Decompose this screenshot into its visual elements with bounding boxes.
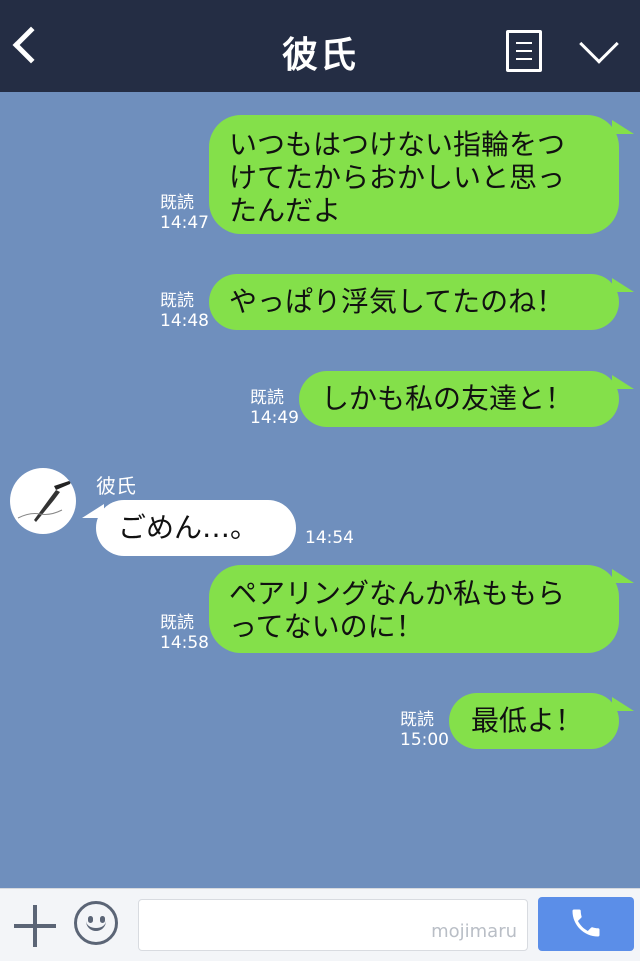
message-bubble-outgoing[interactable]: いつもはつけない指輪をつ けてたからおかしいと思っ たんだよ — [209, 115, 619, 234]
bubble-tail — [612, 569, 634, 583]
message-input[interactable]: mojimaru — [138, 899, 528, 951]
message-time: 14:58 — [160, 633, 209, 653]
message-line: しかも私の友達と！ — [321, 382, 574, 415]
message-time: 15:00 — [400, 730, 449, 750]
message-line: いつもはつけない指輪をつ — [229, 128, 566, 161]
plus-icon[interactable] — [14, 905, 56, 947]
message-line: やっぱり浮気してたのね！ — [229, 285, 565, 318]
message-line: ペアリングなんか私ももら — [229, 577, 566, 610]
read-receipt: 既読 — [250, 388, 284, 408]
message-meta: 既読 14:47 — [160, 193, 209, 233]
message-line: 最低よ！ — [471, 704, 584, 737]
read-receipt: 既読 — [400, 710, 434, 730]
chat-header: 彼氏 — [0, 0, 640, 92]
message-line: たんだよ — [229, 194, 342, 227]
message-bubble-outgoing[interactable]: 最低よ！ — [449, 693, 619, 749]
message-meta: 既読 14:49 — [250, 388, 299, 428]
call-button[interactable] — [538, 897, 634, 951]
watermark: mojimaru — [431, 921, 517, 942]
read-receipt: 既読 — [160, 291, 194, 311]
message-bubble-incoming[interactable]: ごめん…。 — [96, 500, 296, 556]
avatar[interactable] — [10, 468, 76, 534]
read-receipt: 既読 — [160, 193, 194, 213]
input-bar: mojimaru — [0, 888, 640, 961]
message-meta: 既読 15:00 — [400, 710, 449, 750]
message-meta: 既読 14:48 — [160, 291, 209, 331]
smile-icon[interactable] — [74, 901, 118, 945]
sender-name: 彼氏 — [96, 474, 136, 498]
message-bubble-outgoing[interactable]: しかも私の友達と！ — [299, 371, 619, 427]
message-bubble-outgoing[interactable]: やっぱり浮気してたのね！ — [209, 274, 619, 330]
bubble-tail — [612, 375, 634, 389]
phone-icon — [572, 909, 600, 937]
message-line: ごめん…。 — [118, 511, 259, 544]
message-time: 14:48 — [160, 311, 209, 331]
message-time: 14:49 — [250, 408, 299, 428]
chat-title: 彼氏 — [281, 35, 358, 76]
message-time: 14:47 — [160, 213, 209, 233]
message-bubble-outgoing[interactable]: ペアリングなんか私ももら ってないのに！ — [209, 565, 619, 653]
bubble-tail — [612, 278, 634, 292]
menu-icon[interactable] — [506, 30, 542, 72]
bubble-tail — [612, 120, 634, 134]
message-time: 14:54 — [305, 528, 354, 548]
read-receipt: 既読 — [160, 613, 194, 633]
avatar-sketch-icon — [17, 480, 72, 522]
bubble-tail — [612, 697, 634, 711]
message-line: ってないのに！ — [229, 610, 424, 643]
message-line: けてたからおかしいと思っ — [229, 161, 566, 194]
message-meta: 既読 14:58 — [160, 613, 209, 653]
